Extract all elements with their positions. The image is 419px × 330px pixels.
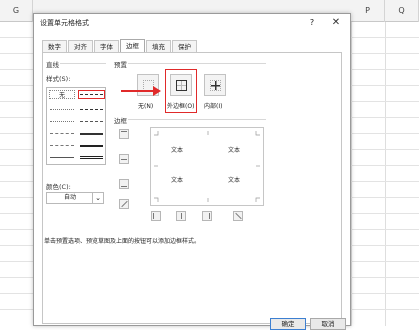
line-style-option[interactable] [80,109,103,110]
corner-mark-icon [207,198,209,202]
line-style-option[interactable] [50,109,74,110]
group-divider [60,63,106,64]
preset-outline-button[interactable] [170,74,192,96]
cancel-button[interactable]: 取消 [310,318,346,330]
border-middle-vertical-button[interactable] [176,211,186,221]
line-style-option[interactable] [80,121,103,122]
border-right-button[interactable] [202,211,212,221]
inside-border-icon [210,80,221,91]
column-header-g[interactable]: G [0,0,33,22]
corner-mark-icon [154,165,158,167]
line-style-list: 无 [46,87,106,165]
line-style-option[interactable] [80,145,103,147]
corner-mark-icon [154,197,159,202]
color-value: 自动 [63,194,76,201]
preview-text: 文本 [228,147,241,154]
close-button[interactable]: ✕ [329,16,343,30]
style-label: 样式(S): [46,75,71,83]
preset-outline-label: 外边框(O) [167,103,195,110]
line-style-option[interactable] [80,156,103,159]
border-middle-horizontal-button[interactable] [119,154,129,164]
preset-inside-button[interactable] [204,74,226,96]
dialog-title: 设置单元格格式 [40,19,89,27]
tab-number[interactable]: 数字 [42,40,67,52]
border-diagonal-up-button[interactable] [119,199,129,209]
corner-mark-icon [255,131,260,136]
preset-inside-label: 内部(I) [204,103,223,110]
line-style-option[interactable] [50,121,74,122]
presets-group-label: 预置 [114,61,127,69]
line-group-label: 直线 [46,61,59,69]
red-arrow-shaft [121,90,155,92]
border-top-button[interactable] [119,129,129,139]
column-header-q[interactable]: Q [385,0,419,22]
help-button[interactable]: ? [306,17,318,29]
corner-mark-icon [207,131,209,135]
line-style-option[interactable] [80,94,103,95]
group-divider [128,63,266,64]
preview-text: 文本 [228,177,241,184]
color-label: 颜色(C): [46,183,71,191]
line-style-option[interactable] [50,157,74,158]
corner-mark-icon [154,131,159,136]
preset-none-label: 无(N) [138,103,154,110]
grid-line [351,22,352,326]
border-left-button[interactable] [151,211,161,221]
tab-protection[interactable]: 保护 [172,40,197,52]
grid-line [385,22,386,326]
corner-mark-icon [256,165,260,167]
group-divider [128,119,266,120]
color-dropdown[interactable]: 自动 ⌄ [46,192,104,204]
tab-fill[interactable]: 填充 [146,40,171,52]
line-style-option[interactable] [50,133,74,134]
dialog-titlebar[interactable]: 设置单元格格式 ? ✕ [34,14,350,32]
tab-strip: 数字 对齐 字体 边框 填充 保护 [42,39,198,53]
border-diagonal-down-button[interactable] [233,211,243,221]
border-bottom-button[interactable] [119,179,129,189]
hint-text: 单击预置选项、预览草图及上面的按钮可以添加边框样式。 [44,238,201,245]
tab-alignment[interactable]: 对齐 [68,40,93,52]
line-style-none[interactable]: 无 [49,90,75,99]
preview-text: 文本 [171,147,184,154]
format-cells-dialog: 设置单元格格式 ? ✕ 数字 对齐 字体 边框 填充 保护 直线 样式(S): … [33,13,351,330]
line-style-option[interactable] [80,133,103,135]
border-preview[interactable]: 文本 文本 文本 文本 [150,127,264,206]
outline-border-icon [176,80,187,91]
corner-mark-icon [255,197,260,202]
preview-text: 文本 [171,177,184,184]
line-style-option[interactable] [50,145,74,146]
border-group-label: 边框 [114,117,127,125]
tab-border[interactable]: 边框 [120,39,145,53]
tab-font[interactable]: 字体 [94,40,119,52]
red-arrow-icon [153,86,161,96]
ok-button[interactable]: 确定 [270,318,306,330]
column-header-p[interactable]: P [351,0,385,22]
chevron-down-icon[interactable]: ⌄ [92,193,103,203]
